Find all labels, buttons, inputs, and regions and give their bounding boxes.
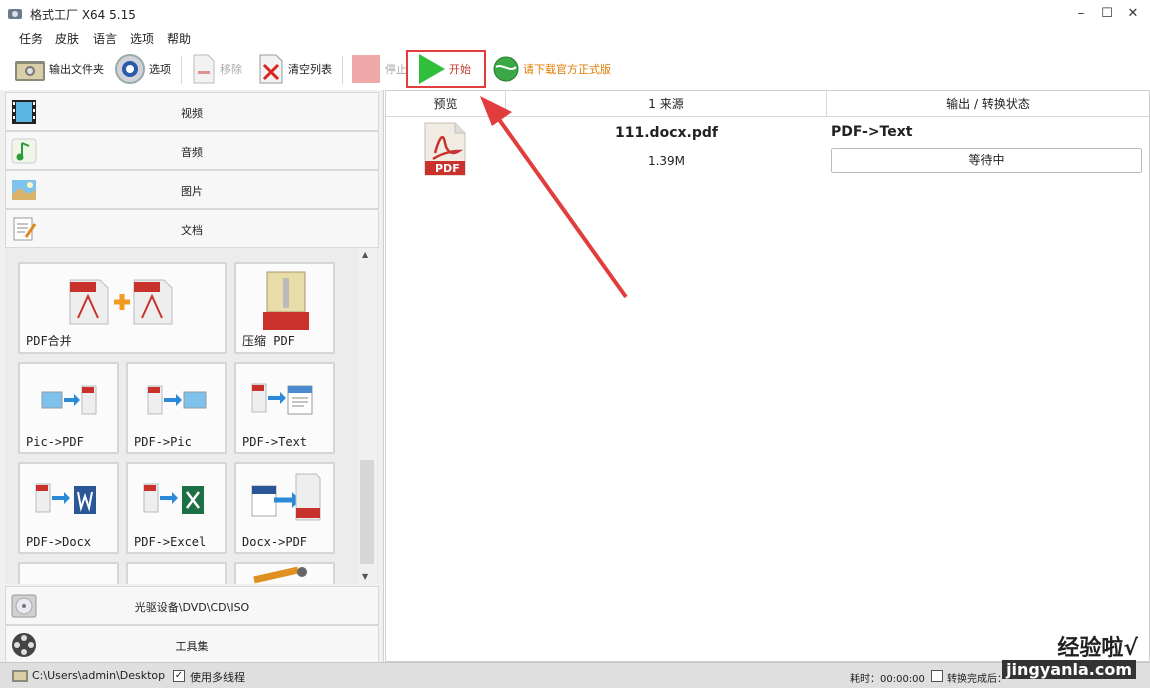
maximize-button[interactable]: ☐ (1097, 4, 1117, 24)
output-folder-button[interactable]: 输出文件夹 (14, 52, 104, 86)
tile-pdf-to-text-label: PDF->Text (242, 435, 308, 449)
category-picture-label: 图片 (181, 185, 203, 198)
docx-to-pdf-icon (251, 473, 321, 521)
tile-pdf-to-docx[interactable]: PDF->Docx (18, 462, 119, 554)
category-audio[interactable]: 音频 (5, 131, 379, 170)
remove-label: 移除 (220, 63, 242, 76)
menu-skin[interactable]: 皮肤 (55, 30, 79, 47)
stop-icon (352, 55, 380, 83)
category-tools-label: 工具集 (175, 640, 209, 653)
tile-pdf-merge[interactable]: PDF合并 (18, 262, 227, 354)
remove-button[interactable]: 移除 (191, 52, 242, 86)
tile-pdf-to-excel[interactable]: PDF->Excel (126, 462, 227, 554)
tile-pdf-to-pic[interactable]: PDF->Pic (126, 362, 227, 454)
after-done-checkbox[interactable] (931, 670, 943, 682)
tile-pdf-to-pic-label: PDF->Pic (134, 435, 192, 449)
tile-docx-to-pdf-label: Docx->PDF (242, 535, 308, 549)
pic-to-pdf-icon (41, 385, 97, 415)
watermark-logo: 经验啦√ (1057, 636, 1138, 661)
after-done-label: 转换完成后： (947, 674, 1007, 685)
globe-icon (493, 56, 519, 82)
download-official-label: 请下载官方正式版 (523, 63, 611, 76)
category-video[interactable]: 视频 (5, 92, 379, 131)
category-audio-label: 音频 (181, 146, 203, 159)
folder-icon (12, 670, 28, 682)
tile-docx-to-pdf[interactable]: Docx->PDF (234, 462, 335, 554)
tile-partial[interactable] (126, 562, 227, 584)
tile-partial[interactable] (234, 562, 335, 584)
toolbar-separator (342, 56, 343, 84)
close-button[interactable]: ✕ (1123, 4, 1143, 24)
menu-help[interactable]: 帮助 (167, 30, 191, 47)
stop-label: 停止 (385, 63, 407, 76)
source-filesize: 1.39M (647, 154, 686, 168)
folder-icon (15, 61, 45, 81)
category-optical-label: 光驱设备\DVD\CD\ISO (134, 601, 250, 614)
scroll-thumb[interactable] (360, 460, 374, 564)
output-path[interactable]: C:\Users\admin\Desktop (32, 669, 165, 682)
tile-compress-pdf[interactable]: 压缩 PDF (234, 262, 335, 354)
menu-task[interactable]: 任务 (19, 30, 43, 47)
clear-list-label: 清空列表 (288, 63, 332, 76)
scroll-down-icon[interactable]: ▼ (362, 572, 368, 581)
tile-pdf-to-text[interactable]: PDF->Text (234, 362, 335, 454)
category-video-label: 视频 (181, 107, 203, 120)
task-list-panel: 预览 1 来源 输出 / 转换状态 PDF 111.docx.pdf 1.39M… (385, 90, 1150, 662)
pdf-to-pic-icon (147, 385, 207, 415)
gear-icon (115, 54, 145, 84)
conversion-type: PDF->Text (831, 124, 913, 140)
tile-pic-to-pdf-label: Pic->PDF (26, 435, 84, 449)
document-tools-grid: PDF合并 压缩 PDF Pic->PDF PDF->Pic PDF->Text (5, 248, 379, 584)
status-bar: C:\Users\admin\Desktop ✓ 使用多线程 耗时：00:00:… (0, 662, 1150, 688)
download-official-link[interactable]: 请下载官方正式版 (492, 52, 611, 86)
source-filename: 111.docx.pdf (615, 125, 718, 141)
options-button[interactable]: 选项 (114, 52, 171, 86)
app-icon (8, 9, 22, 19)
tile-partial[interactable] (18, 562, 119, 584)
status-progress: 等待中 (831, 148, 1142, 173)
elapsed-time: 耗时：00:00:00 (850, 674, 925, 685)
pdf-badge-label: PDF (435, 162, 460, 175)
window-title: 格式工厂 X64 5.15 (30, 8, 136, 22)
watermark-url: jingyanla.com (1002, 660, 1136, 679)
minimize-button[interactable]: – (1071, 4, 1091, 24)
category-tools[interactable]: 工具集 (5, 625, 379, 664)
tile-pdf-to-docx-label: PDF->Docx (26, 535, 92, 549)
scroll-up-icon[interactable]: ▲ (362, 250, 368, 259)
pdf-to-docx-icon (35, 483, 96, 514)
grid-scrollbar[interactable]: ▲ ▼ (358, 248, 376, 586)
title-bar: 格式工厂 X64 5.15 – ☐ ✕ (0, 0, 1150, 28)
stop-button[interactable]: 停止 (350, 52, 407, 86)
header-output[interactable]: 输出 / 转换状态 (827, 91, 1149, 117)
tool-icon (253, 566, 307, 584)
pdf-merge-icon (69, 279, 173, 325)
tile-pic-to-pdf[interactable]: Pic->PDF (18, 362, 119, 454)
tile-compress-pdf-label: 压缩 PDF (242, 334, 295, 348)
toolbar: 输出文件夹 选项 移除 清空列表 停止 开始 请下载官方正式版 (0, 48, 1150, 90)
pdf-to-text-icon (251, 383, 313, 415)
category-document[interactable]: 文档 (5, 209, 379, 248)
header-source[interactable]: 1 来源 (506, 91, 827, 117)
toolbar-separator (181, 56, 182, 84)
category-optical[interactable]: 光驱设备\DVD\CD\ISO (5, 586, 379, 625)
multithread-label: 使用多线程 (190, 671, 245, 684)
options-label: 选项 (149, 63, 171, 76)
output-folder-label: 输出文件夹 (49, 63, 104, 76)
compress-pdf-icon (263, 271, 309, 330)
multithread-checkbox[interactable]: ✓ (173, 670, 185, 682)
tile-pdf-merge-label: PDF合并 (26, 334, 72, 348)
header-preview[interactable]: 预览 (386, 91, 506, 117)
category-picture[interactable]: 图片 (5, 170, 379, 209)
category-document-label: 文档 (181, 224, 203, 237)
menu-language[interactable]: 语言 (93, 30, 117, 47)
clear-list-button[interactable]: 清空列表 (257, 52, 332, 86)
menu-bar: 任务 皮肤 语言 选项 帮助 (0, 28, 1150, 48)
pdf-to-excel-icon (143, 483, 204, 514)
start-highlight-box (406, 50, 486, 88)
clear-list-icon (259, 54, 283, 84)
menu-options[interactable]: 选项 (130, 30, 154, 47)
remove-doc-icon (193, 54, 215, 84)
tile-pdf-to-excel-label: PDF->Excel (134, 535, 207, 549)
